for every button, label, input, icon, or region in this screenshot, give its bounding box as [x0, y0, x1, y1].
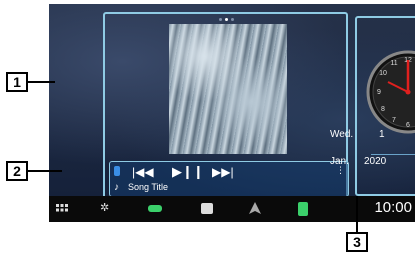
callout-3: 3 [346, 232, 368, 252]
music-note-icon: ♪ [114, 182, 119, 193]
page-dot [231, 18, 234, 21]
svg-text:6: 6 [406, 122, 410, 129]
head-unit-screen: |◀◀ ▶❙❙ ▶▶| ⋮ ♪ Song Title 12 1 2 3 4 5 … [49, 4, 415, 222]
album-art[interactable] [169, 24, 287, 154]
song-title[interactable]: Song Title [128, 182, 168, 192]
clock-day: 1 [379, 129, 385, 140]
analog-clock: 12 1 2 3 4 5 6 7 8 9 10 11 [366, 50, 415, 134]
source-icon[interactable] [114, 166, 120, 176]
callout-1: 1 [6, 72, 28, 92]
page-dot [225, 18, 228, 21]
page-indicator [219, 18, 239, 23]
next-track-icon[interactable]: ▶▶| [212, 165, 234, 179]
svg-text:7: 7 [392, 117, 396, 124]
clock-day-name: Wed. [330, 129, 354, 140]
page-dot [219, 18, 222, 21]
svg-text:10: 10 [379, 70, 387, 77]
svg-text:8: 8 [381, 106, 385, 113]
clock-month: Jan. [330, 156, 349, 167]
date-separator [371, 154, 415, 155]
callout-2-line [28, 170, 62, 172]
play-pause-icon[interactable]: ▶❙❙ [172, 165, 204, 179]
svg-text:11: 11 [390, 60, 397, 67]
previous-track-icon[interactable]: |◀◀ [132, 165, 154, 179]
callout-1-line [28, 81, 55, 83]
callout-3-line [356, 196, 358, 233]
media-control-bar: |◀◀ ▶❙❙ ▶▶| ⋮ ♪ Song Title [109, 161, 349, 197]
svg-text:9: 9 [377, 89, 381, 96]
clock-year: 2020 [364, 156, 387, 167]
callout-2: 2 [6, 161, 28, 181]
